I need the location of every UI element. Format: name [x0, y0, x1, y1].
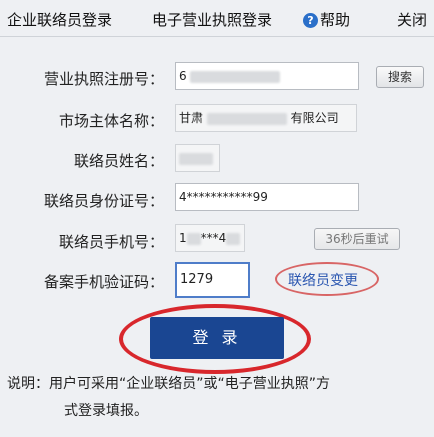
- redacted-blur: [190, 70, 281, 83]
- sms-code-label: 备案手机验证码：: [43, 273, 164, 291]
- change-contact-link[interactable]: 联络员变更: [288, 270, 358, 290]
- reg-no-label: 营业执照注册号：: [43, 70, 164, 88]
- login-tabs: 企业联络员登录 电子营业执照登录 ? 帮助 关闭: [0, 0, 434, 36]
- redacted-blur: [206, 112, 287, 125]
- reg-no-input[interactable]: 6: [175, 62, 359, 90]
- contact-id-label: 联络员身份证号：: [43, 192, 164, 210]
- help-link[interactable]: ? 帮助: [303, 9, 350, 30]
- contact-id-input[interactable]: 4***********99: [175, 183, 359, 211]
- contact-phone-prefix: 1: [179, 231, 187, 245]
- close-link[interactable]: 关闭: [397, 9, 427, 30]
- entity-name-field: 甘肃 有限公司: [175, 104, 357, 132]
- tabs-divider: [0, 36, 434, 37]
- entity-name-label: 市场主体名称：: [58, 112, 164, 130]
- login-button[interactable]: 登 录: [150, 317, 284, 359]
- contact-id-value: 4***********99: [179, 190, 268, 204]
- contact-phone-label: 联络员手机号：: [58, 233, 164, 251]
- sms-code-value: 1279: [180, 272, 214, 287]
- contact-name-field: [175, 144, 220, 172]
- entity-name-prefix: 甘肃: [179, 111, 204, 125]
- help-label: 帮助: [320, 11, 351, 29]
- contact-phone-mid: ***4: [200, 231, 227, 245]
- entity-name-suffix: 有限公司: [290, 111, 339, 125]
- sms-code-input[interactable]: 1279: [175, 262, 250, 298]
- search-button[interactable]: 搜索: [376, 66, 424, 88]
- help-icon: ?: [303, 13, 318, 28]
- tab-contact-login[interactable]: 企业联络员登录: [7, 9, 112, 30]
- note-line-2: 式登录填报。: [64, 403, 148, 419]
- redacted-blur: [179, 152, 213, 165]
- tab-license-login[interactable]: 电子营业执照登录: [152, 9, 272, 30]
- contact-name-label: 联络员姓名：: [73, 152, 164, 170]
- note-line-1: 说明：用户可采用“企业联络员”或“电子营业执照”方: [7, 376, 331, 392]
- redacted-blur: [226, 232, 241, 245]
- resend-code-button[interactable]: 36秒后重试: [314, 228, 400, 250]
- contact-phone-field: 1 ***4: [175, 224, 245, 252]
- redacted-blur: [186, 232, 201, 245]
- reg-no-value: 6: [179, 69, 187, 83]
